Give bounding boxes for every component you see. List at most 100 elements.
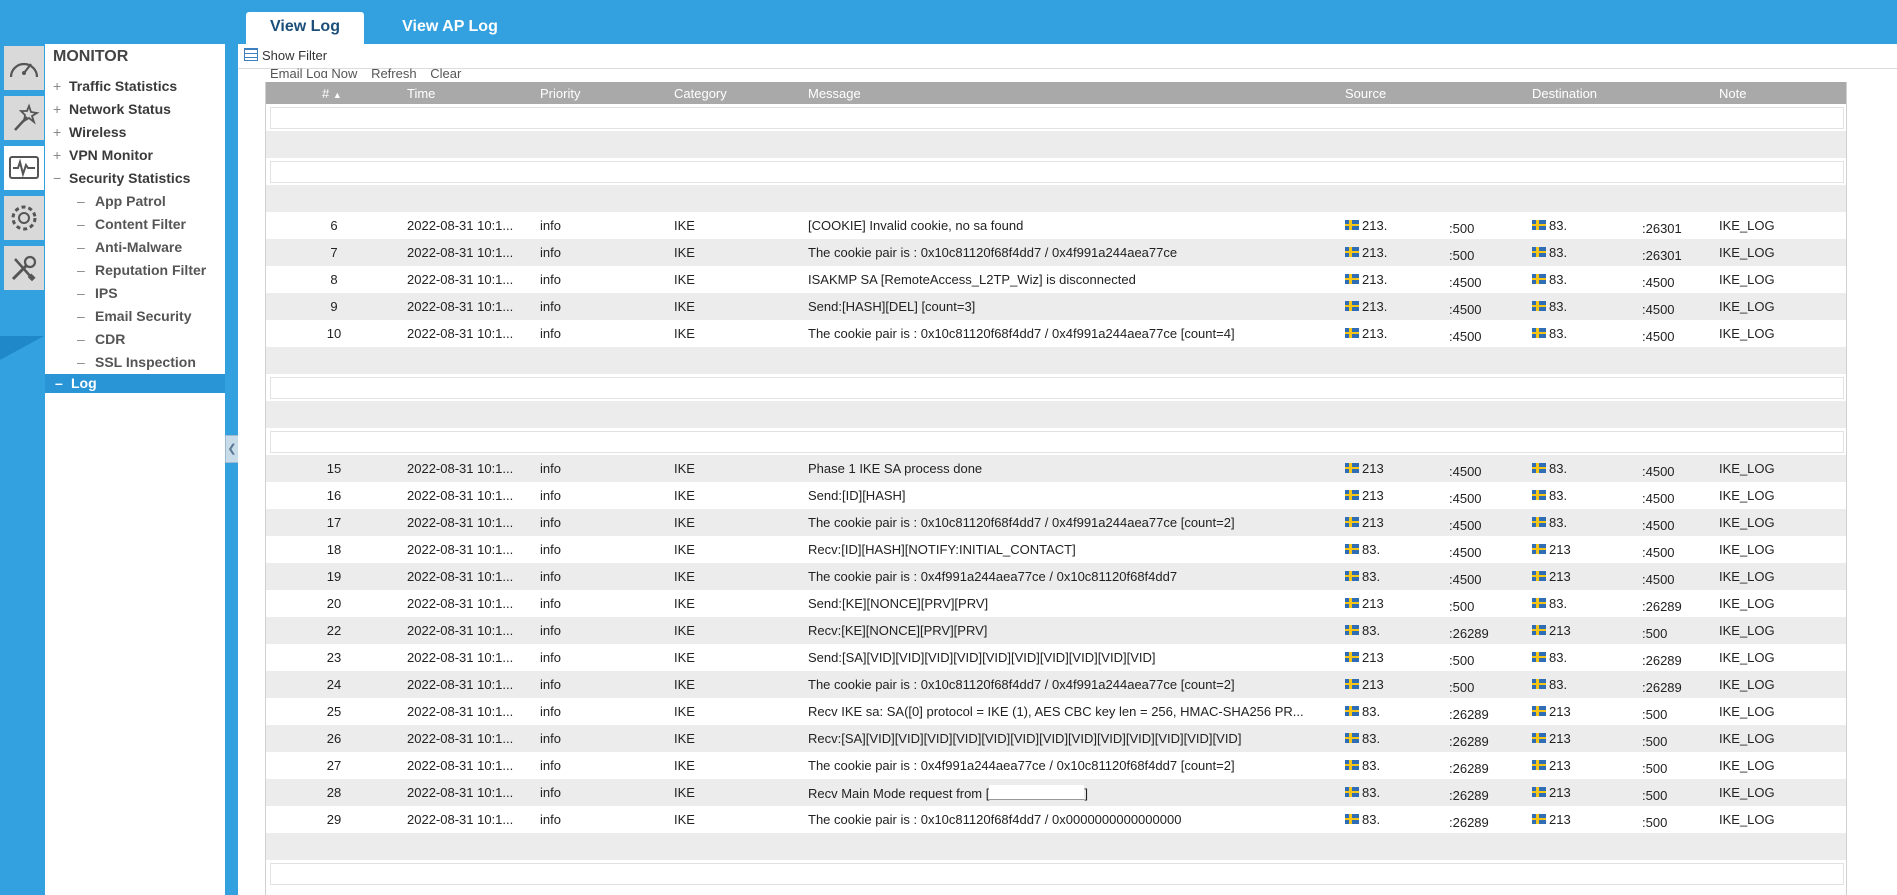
table-row[interactable]: 8 2022-08-31 10:1... info IKE ISAKMP SA [Rem… xyxy=(266,266,1846,293)
nav-traffic-statistics[interactable]: + Traffic Statistics xyxy=(53,78,177,94)
tab-view-ap-log[interactable]: View AP Log xyxy=(380,12,520,44)
dst-ip-cell: 213 xyxy=(1532,569,1592,584)
cell-time: 2022-08-31 10:1... xyxy=(407,650,514,665)
sweden-flag-icon xyxy=(1532,490,1546,500)
dst-ip: 213 xyxy=(1549,623,1571,638)
src-port: :26289 xyxy=(1449,788,1489,803)
nav-network-status[interactable]: + Network Status xyxy=(53,101,171,117)
table-row[interactable]: 26 2022-08-31 10:1... info IKE Recv:[SA][VID… xyxy=(266,725,1846,752)
src-port: :4500 xyxy=(1449,329,1482,344)
cell-category: IKE xyxy=(674,272,695,287)
cell-message: The cookie pair is : 0x10c81120f68f4dd7 … xyxy=(808,245,1178,260)
sweden-flag-icon xyxy=(1345,463,1359,473)
src-ip: 213 xyxy=(1362,461,1384,476)
table-row[interactable]: 28 2022-08-31 10:1... info IKE Recv Main Mod… xyxy=(266,779,1846,806)
nav-reputation-filter[interactable]: – Reputation Filter xyxy=(77,262,206,278)
src-ip: 213 xyxy=(1362,650,1384,665)
nav-anti-malware[interactable]: – Anti-Malware xyxy=(77,239,182,255)
cell-priority: info xyxy=(540,596,561,611)
nav-vpn-monitor[interactable]: + VPN Monitor xyxy=(53,147,153,163)
column-header-category[interactable]: Category xyxy=(674,86,727,101)
dst-port: :500 xyxy=(1642,788,1668,803)
nav-wireless[interactable]: + Wireless xyxy=(53,124,126,140)
clear-button[interactable]: Clear xyxy=(430,66,461,78)
cell-category: IKE xyxy=(674,542,695,557)
cell-message: Send:[HASH][DEL] [count=3] xyxy=(808,299,976,314)
cell-message: The cookie pair is : 0x10c81120f68f4dd7 … xyxy=(808,326,1235,341)
show-filter-link[interactable]: Show Filter xyxy=(244,48,327,63)
nav-security-statistics[interactable]: − Security Statistics xyxy=(53,170,190,186)
nav-app-patrol[interactable]: – App Patrol xyxy=(77,193,166,209)
dashboard-nav-button[interactable] xyxy=(4,46,44,90)
sort-ascending-icon: ▲ xyxy=(332,90,342,100)
nav-content-filter[interactable]: – Content Filter xyxy=(77,216,186,232)
table-row[interactable]: 17 2022-08-31 10:1... info IKE The cookie pa… xyxy=(266,509,1846,536)
cell-category: IKE xyxy=(674,758,695,773)
src-ip-cell: 213 xyxy=(1345,488,1405,503)
column-header-time[interactable]: Time xyxy=(407,86,435,101)
email-log-now-button[interactable]: Email Log Now xyxy=(270,66,357,78)
nav-ips[interactable]: – IPS xyxy=(77,285,118,301)
configuration-nav-button[interactable] xyxy=(4,196,44,240)
cell-time: 2022-08-31 10:1... xyxy=(407,218,514,233)
column-header-number[interactable]: # ▲ xyxy=(322,86,342,101)
table-row[interactable]: 20 2022-08-31 10:1... info IKE Send:[KE][NON… xyxy=(266,590,1846,617)
monitor-nav-button[interactable] xyxy=(4,146,44,190)
tab-view-log[interactable]: View Log xyxy=(246,12,364,44)
column-header-destination[interactable]: Destination xyxy=(1532,86,1597,101)
collapse-sidebar-handle[interactable]: ❮ xyxy=(225,435,239,463)
dst-ip-cell: 213 xyxy=(1532,758,1592,773)
table-row[interactable]: 15 2022-08-31 10:1... info IKE Phase 1 IKE S… xyxy=(266,455,1846,482)
src-port: :26289 xyxy=(1449,707,1489,722)
src-ip: 83. xyxy=(1362,785,1381,800)
column-header-note[interactable]: Note xyxy=(1719,86,1746,101)
refresh-button[interactable]: Refresh xyxy=(371,66,417,78)
empty-row xyxy=(266,401,1846,428)
src-ip-cell: 83. xyxy=(1345,812,1405,827)
top-bar: View Log View AP Log xyxy=(0,0,1897,44)
nav-cdr[interactable]: – CDR xyxy=(77,331,125,347)
cell-category: IKE xyxy=(674,812,695,827)
nav-email-security[interactable]: – Email Security xyxy=(77,308,192,324)
dst-port: :500 xyxy=(1642,761,1668,776)
configuration-wizard-nav-button[interactable] xyxy=(4,96,44,140)
maintenance-nav-button[interactable] xyxy=(4,246,44,290)
dst-port: :26289 xyxy=(1642,680,1682,695)
column-header-message[interactable]: Message xyxy=(808,86,861,101)
src-ip-cell: 213. xyxy=(1345,299,1405,314)
column-header-priority[interactable]: Priority xyxy=(540,86,580,101)
cell-category: IKE xyxy=(674,299,695,314)
cell-category: IKE xyxy=(674,677,695,692)
table-row[interactable]: 10 2022-08-31 10:1... info IKE The cookie pa… xyxy=(266,320,1846,347)
table-row[interactable]: 7 2022-08-31 10:1... info IKE The cookie pai… xyxy=(266,239,1846,266)
src-port: :500 xyxy=(1449,653,1475,668)
table-row[interactable]: 25 2022-08-31 10:1... info IKE Recv IKE sa: … xyxy=(266,698,1846,725)
sweden-flag-icon xyxy=(1345,571,1359,581)
nav-ssl-inspection[interactable]: – SSL Inspection xyxy=(77,354,196,370)
log-toolbar: Email Log Now Refresh Clear xyxy=(270,66,471,78)
dst-ip: 213 xyxy=(1549,569,1571,584)
cell-num: 18 xyxy=(326,542,342,557)
table-row[interactable]: 18 2022-08-31 10:1... info IKE Recv:[ID][HAS… xyxy=(266,536,1846,563)
dst-ip-cell: 213 xyxy=(1532,623,1592,638)
src-port: :500 xyxy=(1449,599,1475,614)
src-port: :26289 xyxy=(1449,734,1489,749)
cell-time: 2022-08-31 10:1... xyxy=(407,758,514,773)
cell-num: 16 xyxy=(326,488,342,503)
table-row[interactable]: 6 2022-08-31 10:1... info IKE [COOKIE] Inval… xyxy=(266,212,1846,239)
src-ip: 213 xyxy=(1362,596,1384,611)
nav-log-selected[interactable]: – Log xyxy=(45,374,225,393)
dst-ip-cell: 213 xyxy=(1532,785,1592,800)
column-header-source[interactable]: Source xyxy=(1345,86,1386,101)
table-row[interactable]: 23 2022-08-31 10:1... info IKE Send:[SA][VID… xyxy=(266,644,1846,671)
table-row[interactable]: 29 2022-08-31 10:1... info IKE The cookie pa… xyxy=(266,806,1846,833)
src-ip-cell: 213. xyxy=(1345,245,1405,260)
table-row[interactable]: 27 2022-08-31 10:1... info IKE The cookie pa… xyxy=(266,752,1846,779)
table-row[interactable]: 16 2022-08-31 10:1... info IKE Send:[ID][HAS… xyxy=(266,482,1846,509)
table-row[interactable]: 9 2022-08-31 10:1... info IKE Send:[HASH][DE… xyxy=(266,293,1846,320)
table-row[interactable]: 22 2022-08-31 10:1... info IKE Recv:[KE][NON… xyxy=(266,617,1846,644)
table-row[interactable]: 19 2022-08-31 10:1... info IKE The cookie pa… xyxy=(266,563,1846,590)
table-row[interactable]: 24 2022-08-31 10:1... info IKE The cookie pa… xyxy=(266,671,1846,698)
dst-ip: 213 xyxy=(1549,731,1571,746)
table-header: # ▲ Time Priority Category Message Sourc… xyxy=(266,82,1846,104)
